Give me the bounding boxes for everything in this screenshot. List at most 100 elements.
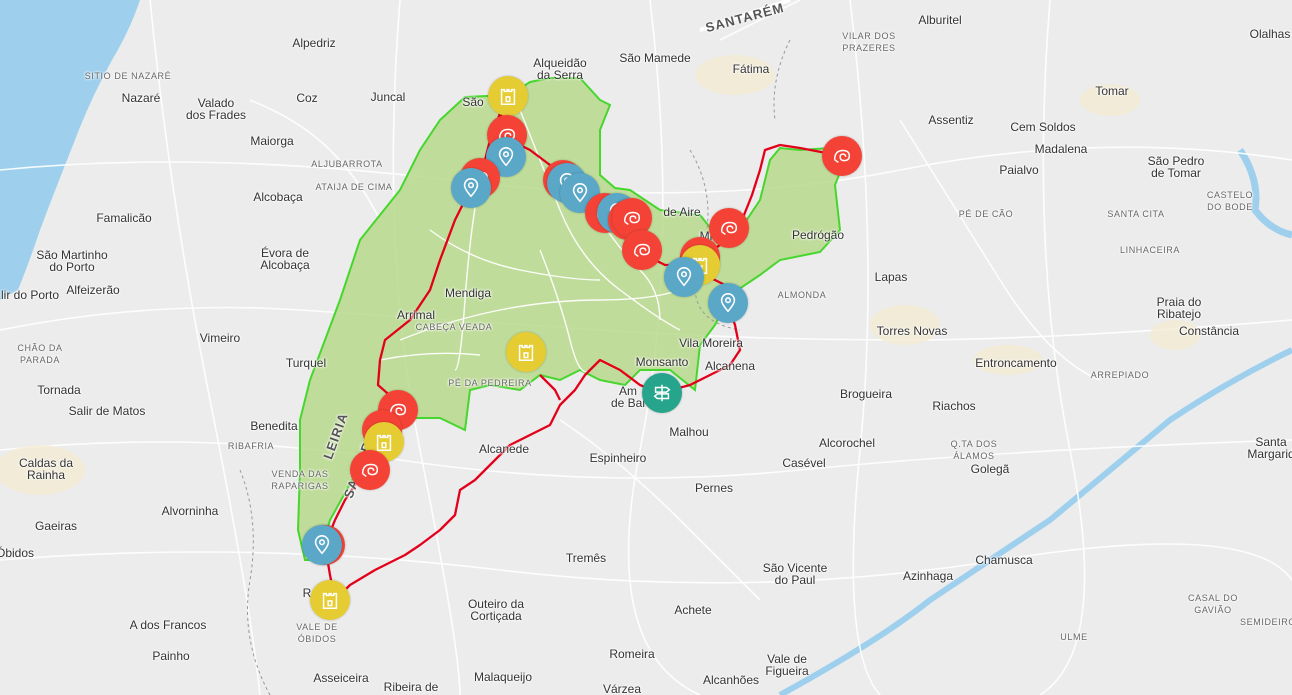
place-label: Alpedriz — [292, 36, 336, 50]
place-label: Madalena — [1034, 142, 1088, 156]
poi-marker-blue[interactable] — [664, 257, 704, 297]
place-label: Salir de Matos — [68, 404, 146, 418]
place-label: São Mamede — [619, 51, 691, 65]
poi-marker-yellow[interactable] — [310, 580, 350, 620]
place-label: Pedrógão — [791, 228, 845, 242]
location-pin-icon — [673, 266, 695, 288]
map-canvas[interactable]: Alpedriz Alqueidão da Serra São Mamede Fáti… — [0, 0, 1292, 695]
place-label: VALE DE ÓBIDOS — [296, 622, 338, 644]
place-label: Cem Soldos — [1010, 120, 1076, 134]
tejo-river — [778, 347, 1292, 695]
place-label: São Pedro de Tomar — [1147, 154, 1205, 180]
place-label: ALMONDA — [777, 290, 827, 300]
place-label: VENDA DAS RAPARIGAS — [271, 469, 329, 491]
place-label: Lapas — [874, 270, 908, 284]
fossil-icon — [718, 217, 740, 239]
place-label: Riachos — [932, 399, 976, 413]
place-label: Torres Novas — [876, 324, 948, 338]
place-label: Tremês — [565, 551, 607, 565]
place-label: Alcanena — [704, 359, 756, 373]
poi-marker-blue[interactable] — [708, 283, 748, 323]
place-label: Pernes — [694, 481, 734, 495]
place-label: Benedita — [250, 419, 298, 433]
poi-marker-blue[interactable] — [451, 168, 491, 208]
place-label: Asseiceira — [313, 671, 369, 685]
place-label: ATAIJA DE CIMA — [315, 182, 393, 192]
poi-marker-red[interactable] — [350, 450, 390, 490]
place-label: Alcobaça — [253, 190, 303, 204]
place-label: SANTA CITA — [1107, 209, 1165, 219]
poi-marker-red[interactable] — [709, 208, 749, 248]
place-label: de Aire — [663, 205, 701, 219]
place-label: Outeiro da Cortiçada — [467, 597, 525, 623]
place-label: Turquel — [285, 356, 327, 370]
place-label: Entroncamento — [975, 356, 1057, 370]
fortress-icon — [373, 431, 395, 453]
place-label: ALJUBARROTA — [311, 159, 383, 169]
place-label: Malaqueijo — [473, 670, 533, 684]
place-label: SITIO DE NAZARÉ — [84, 71, 172, 81]
signpost-icon — [651, 382, 673, 404]
place-label: Praia do Ribatejo — [1156, 295, 1202, 321]
place-label: Tornada — [37, 383, 81, 397]
place-label: Alvorninha — [161, 504, 219, 518]
place-label: CASAL DO GAVIÃO — [1188, 593, 1238, 615]
place-label: CASTELO DO BODE — [1206, 190, 1254, 212]
place-label: São Vicente do Paul — [762, 561, 828, 587]
place-label: PÉ DA PEDREIRA — [448, 378, 532, 388]
location-pin-icon — [495, 146, 517, 168]
place-label: VILAR DOS PRAZERES — [842, 31, 896, 53]
poi-marker-yellow[interactable] — [488, 76, 528, 116]
place-label: Caldas da Rainha — [18, 456, 74, 482]
place-label: São Martinho do Porto — [36, 248, 108, 274]
place-label: Painho — [152, 649, 190, 663]
place-label: RIBAFRIA — [227, 441, 275, 451]
place-label: Alcanhões — [702, 673, 760, 687]
place-label: lir do Porto — [0, 288, 60, 302]
place-label: Famalicão — [96, 211, 152, 225]
fortress-icon — [515, 341, 537, 363]
place-label: Vila Moreira — [679, 336, 743, 350]
place-label: Chamusca — [975, 553, 1033, 567]
place-label: Paialvo — [999, 163, 1039, 177]
poi-marker-red[interactable] — [822, 136, 862, 176]
place-label: Alcorochel — [818, 436, 876, 450]
place-label: Brogueira — [839, 387, 893, 401]
place-label: Casével — [782, 456, 826, 470]
place-label: Ribeira de — [383, 680, 439, 694]
place-label: Juncal — [370, 90, 406, 104]
place-label: Vimeiro — [199, 331, 241, 345]
place-label: Azinhaga — [902, 569, 954, 583]
nature-park-area — [296, 77, 847, 561]
fortress-icon — [497, 85, 519, 107]
place-label: São — [462, 95, 484, 109]
fossil-icon — [631, 239, 653, 261]
place-label: Malhou — [669, 425, 709, 439]
place-label: A dos Francos — [129, 618, 207, 632]
place-label: Constância — [1178, 324, 1240, 338]
fortress-icon — [319, 589, 341, 611]
place-label: Óbidos — [0, 546, 35, 560]
place-label: PÉ DE CÃO — [958, 209, 1014, 219]
place-label: Santa Margarid — [1247, 435, 1292, 461]
place-label: Várzea — [602, 682, 642, 695]
place-label: Évora de Alcobaça — [260, 246, 310, 272]
place-label: Arrimal — [397, 308, 435, 322]
poi-marker-teal[interactable] — [642, 373, 682, 413]
place-label: CHÃO DA PARADA — [17, 343, 63, 365]
location-pin-icon — [311, 534, 333, 556]
place-label: Alfeizerão — [66, 283, 120, 297]
place-label: Alcanede — [478, 442, 530, 456]
place-label: SEMIDEIRO — [1240, 617, 1292, 627]
poi-marker-red[interactable] — [622, 230, 662, 270]
poi-marker-blue[interactable] — [302, 525, 342, 565]
fossil-icon — [831, 145, 853, 167]
place-label: Achete — [674, 603, 712, 617]
place-label: Tomar — [1095, 84, 1129, 98]
place-label: Monsanto — [635, 355, 689, 369]
place-label: CABEÇA VEADA — [415, 322, 493, 332]
place-label: Alburitel — [918, 13, 962, 27]
place-label: Vale de Figueira — [765, 652, 809, 678]
place-label: Assentiz — [928, 113, 974, 127]
poi-marker-yellow[interactable] — [506, 332, 546, 372]
